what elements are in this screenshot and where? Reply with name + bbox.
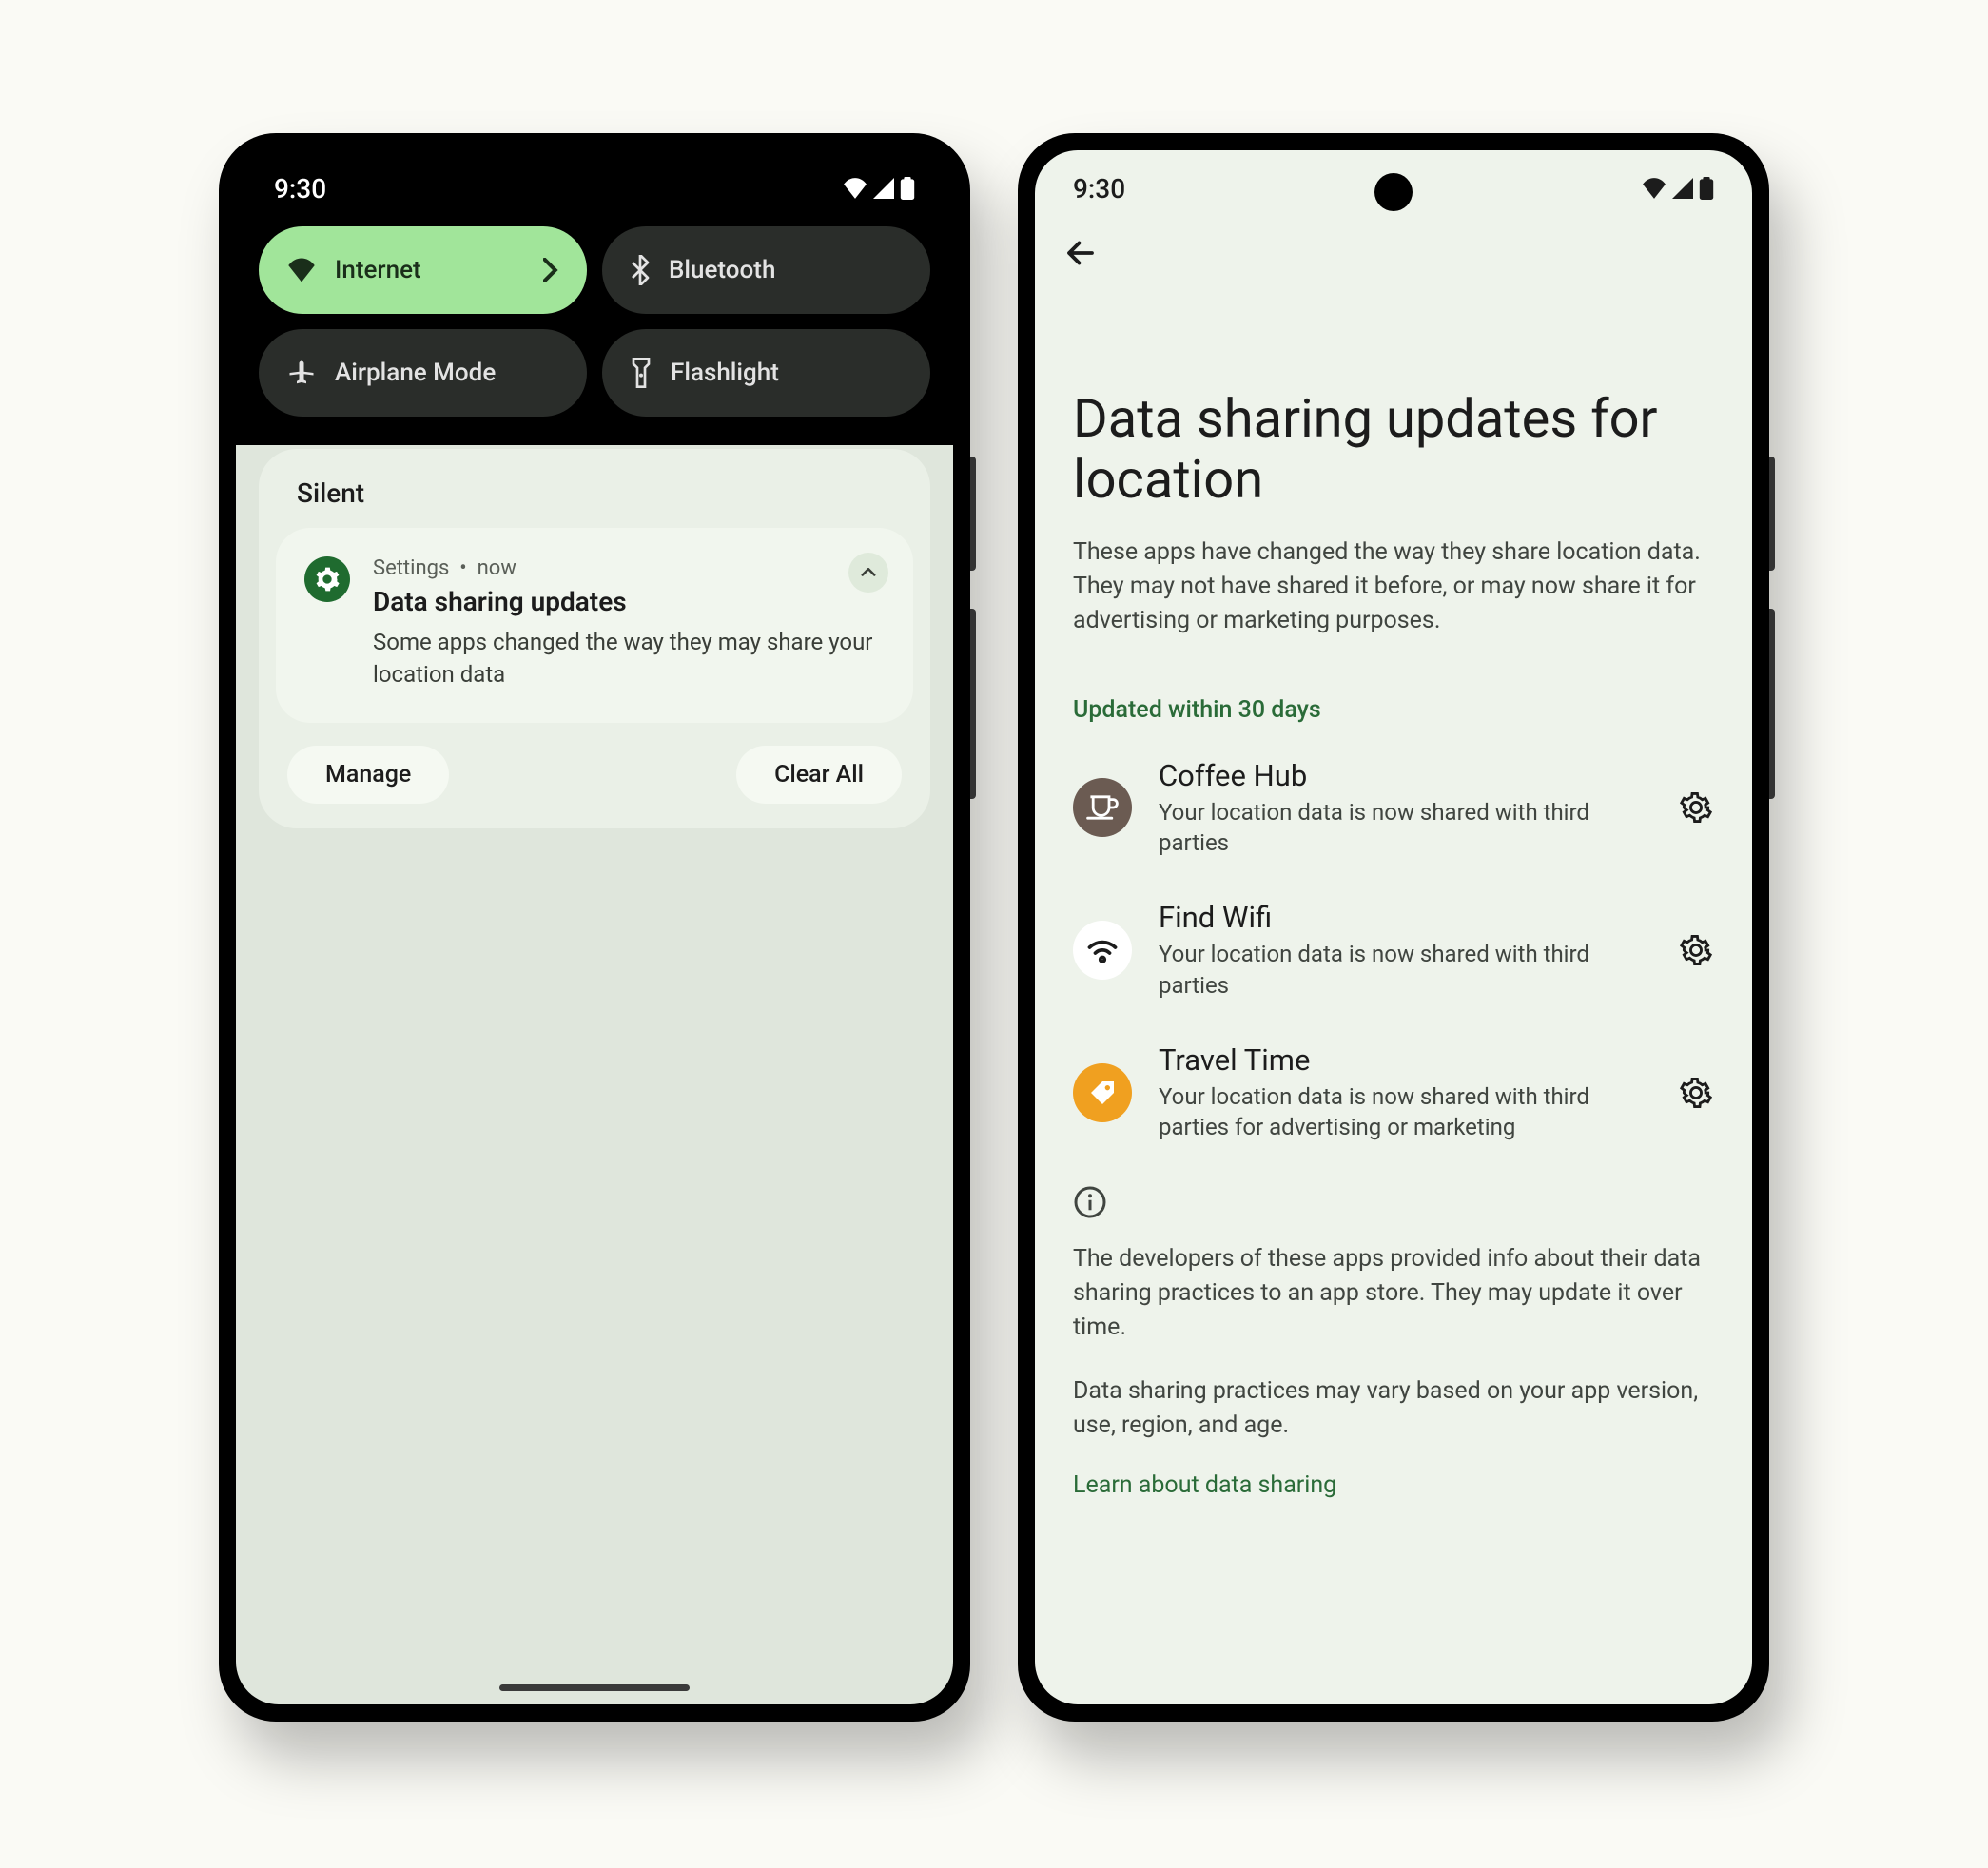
app-desc: Your location data is now shared with th… (1159, 1081, 1651, 1143)
battery-icon (900, 177, 915, 200)
gear-icon[interactable] (1678, 932, 1714, 968)
qs-tile-airplane[interactable]: Airplane Mode (259, 329, 587, 417)
screen-data-sharing: 9:30 Data sharing updates for location T… (1035, 150, 1752, 1704)
gear-icon[interactable] (1678, 1075, 1714, 1111)
notif-sep: • (459, 556, 466, 580)
manage-button[interactable]: Manage (287, 746, 449, 804)
status-icons (1642, 177, 1714, 200)
qs-label: Flashlight (671, 359, 779, 387)
app-name: Find Wifi (1159, 900, 1651, 935)
notification-content: Settings • now Data sharing updates Some… (373, 556, 885, 691)
settings-app-icon (304, 556, 350, 602)
qs-tile-flashlight[interactable]: Flashlight (602, 329, 930, 417)
page-title: Data sharing updates for location (1073, 388, 1714, 511)
signal-icon (1672, 178, 1693, 199)
status-icons (843, 177, 915, 200)
wifi-icon (287, 258, 316, 282)
notification-panel: Silent Settings • now Data sharing updat… (259, 449, 930, 828)
volume-button (970, 609, 976, 799)
chevron-up-icon (861, 568, 876, 577)
notif-time: now (478, 556, 516, 580)
app-row-coffee-hub[interactable]: Coffee Hub Your location data is now sha… (1073, 758, 1714, 859)
back-arrow-icon[interactable] (1063, 236, 1098, 270)
wifi-icon (1642, 178, 1666, 199)
wifi-icon (1085, 937, 1120, 963)
notification-card[interactable]: Settings • now Data sharing updates Some… (276, 528, 913, 723)
notification-actions: Manage Clear All (259, 723, 930, 809)
learn-link[interactable]: Learn about data sharing (1073, 1471, 1714, 1499)
silent-heading: Silent (259, 477, 930, 528)
app-row-find-wifi[interactable]: Find Wifi Your location data is now shar… (1073, 900, 1714, 1001)
notification-title: Data sharing updates (373, 586, 885, 617)
page-subtitle: These apps have changed the way they sha… (1073, 535, 1714, 639)
gear-icon (314, 566, 341, 593)
info-paragraph-1: The developers of these apps provided in… (1073, 1242, 1714, 1346)
screen-notification-shade: 9:30 Internet Bluetooth Airplane Mode (236, 150, 953, 1704)
power-button (1769, 457, 1775, 571)
find-wifi-icon (1073, 921, 1132, 980)
status-time: 9:30 (274, 173, 326, 204)
app-desc: Your location data is now shared with th… (1159, 797, 1651, 859)
notification-meta: Settings • now (373, 556, 885, 580)
section-label: Updated within 30 days (1073, 696, 1714, 724)
flashlight-icon (631, 358, 652, 388)
battery-icon (1699, 177, 1714, 200)
volume-button (1769, 609, 1775, 799)
gear-icon[interactable] (1678, 789, 1714, 826)
qs-label: Airplane Mode (335, 359, 496, 387)
qs-tile-bluetooth[interactable]: Bluetooth (602, 226, 930, 314)
notif-source: Settings (373, 556, 449, 580)
coffee-hub-icon (1073, 778, 1132, 837)
app-desc: Your location data is now shared with th… (1159, 939, 1651, 1001)
phone-right: 9:30 Data sharing updates for location T… (1018, 133, 1769, 1722)
quick-settings-row-2: Airplane Mode Flashlight (236, 329, 953, 432)
app-name: Travel Time (1159, 1042, 1651, 1078)
travel-time-icon (1073, 1063, 1132, 1122)
qs-tile-internet[interactable]: Internet (259, 226, 587, 314)
info-icon (1073, 1185, 1714, 1223)
info-section: The developers of these apps provided in… (1073, 1185, 1714, 1499)
status-time: 9:30 (1073, 173, 1125, 204)
page-content: Data sharing updates for location These … (1035, 312, 1752, 1499)
chevron-right-icon (543, 258, 558, 282)
qs-label: Bluetooth (669, 256, 775, 284)
airplane-icon (287, 359, 316, 387)
bluetooth-icon (631, 255, 650, 285)
quick-settings-row-1: Internet Bluetooth (236, 226, 953, 329)
clear-all-button[interactable]: Clear All (736, 746, 902, 804)
status-bar: 9:30 (236, 150, 953, 226)
notification-body: Some apps changed the way they may share… (373, 627, 885, 691)
phone-left: 9:30 Internet Bluetooth Airplane Mode (219, 133, 970, 1722)
app-row-travel-time[interactable]: Travel Time Your location data is now sh… (1073, 1042, 1714, 1143)
info-paragraph-2: Data sharing practices may vary based on… (1073, 1374, 1714, 1444)
back-row (1035, 226, 1752, 312)
power-button (970, 457, 976, 571)
collapse-button[interactable] (848, 553, 888, 593)
coffee-cup-icon (1086, 794, 1119, 821)
signal-icon (873, 178, 894, 199)
tag-icon (1087, 1078, 1118, 1108)
camera-hole (1374, 173, 1413, 211)
nav-handle[interactable] (499, 1684, 690, 1691)
qs-label: Internet (335, 256, 421, 284)
wifi-icon (843, 178, 867, 199)
app-name: Coffee Hub (1159, 758, 1651, 793)
